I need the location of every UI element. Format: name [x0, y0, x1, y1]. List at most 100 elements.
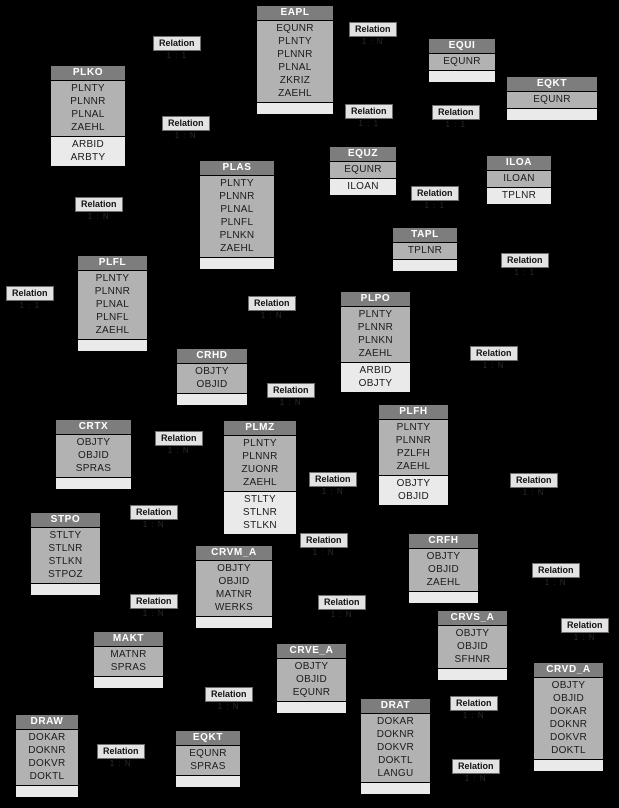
entity-key-field: PLNNR: [70, 96, 106, 107]
entity-key-field: OBJTY: [455, 628, 490, 639]
entity-key-field: SPRAS: [190, 761, 226, 772]
relation-marker[interactable]: Relation 1 : N: [349, 22, 397, 47]
entity-title: CRHD: [177, 349, 247, 364]
entity-box-crvs_a[interactable]: CRVS_A OBJTY OBJID SFHNR: [437, 610, 508, 681]
entity-key-fields: OBJTY OBJID MATNR WERKS: [196, 561, 272, 616]
entity-nonkey-fields: [507, 108, 597, 120]
entity-key-field: EQUNR: [443, 56, 481, 67]
entity-key-field: PLNTY: [243, 438, 277, 449]
entity-box-eqkt[interactable]: EQKT EQUNR SPRAS: [175, 730, 241, 788]
relation-label: Relation: [470, 346, 518, 361]
relation-marker[interactable]: Relation 1 : N: [561, 618, 609, 643]
entity-title: DRAT: [361, 699, 430, 714]
relation-marker[interactable]: Relation 1 : 1: [501, 253, 549, 278]
relation-marker[interactable]: Relation 1 : 1: [6, 286, 54, 311]
entity-box-plfl[interactable]: PLFL PLNTY PLNNR PLNAL PLNFL ZAEHL: [77, 255, 148, 352]
relation-marker[interactable]: Relation 1 : N: [267, 383, 315, 408]
entity-title: PLKO: [51, 66, 125, 81]
relation-cardinality: 1 : N: [109, 759, 132, 768]
entity-box-crve_a[interactable]: CRVE_A OBJTY OBJID EQUNR: [276, 643, 347, 714]
entity-box-crhd[interactable]: CRHD OBJTY OBJID: [176, 348, 248, 406]
entity-key-fields: ILOAN: [487, 171, 551, 187]
relation-cardinality: 1 : N: [361, 37, 384, 46]
relation-marker[interactable]: Relation 1 : 1: [345, 104, 393, 129]
entity-key-field: EQUNR: [533, 94, 571, 105]
entity-box-crfh[interactable]: CRFH OBJTY OBJID ZAEHL: [408, 533, 479, 604]
entity-box-equz[interactable]: EQUZ EQUNR ILOAN: [329, 146, 397, 196]
entity-box-equi[interactable]: EQUI EQUNR: [428, 38, 496, 83]
entity-title: ILOA: [487, 156, 551, 171]
entity-nonkey-field: ARBTY: [70, 152, 106, 163]
relation-cardinality: 1 : N: [573, 633, 596, 642]
relation-marker[interactable]: Relation 1 : N: [130, 594, 178, 619]
entity-nonkey-fields: [176, 775, 240, 787]
relation-marker[interactable]: Relation 1 : N: [300, 533, 348, 558]
relation-label: Relation: [267, 383, 315, 398]
relation-marker[interactable]: Relation 1 : N: [130, 505, 178, 530]
relation-cardinality: 1 : N: [87, 212, 110, 221]
entity-box-iloa[interactable]: ILOA ILOAN TPLNR: [486, 155, 552, 205]
entity-key-field: ZAEHL: [220, 243, 254, 254]
relation-cardinality: 1 : 1: [358, 119, 380, 128]
entity-box-drat[interactable]: DRAT DOKAR DOKNR DOKVR DOKTL LANGU: [360, 698, 431, 795]
relation-marker[interactable]: Relation 1 : N: [452, 759, 500, 784]
relation-marker[interactable]: Relation 1 : N: [205, 687, 253, 712]
entity-nonkey-fields: [409, 591, 478, 603]
relation-marker[interactable]: Relation 1 : N: [97, 744, 145, 769]
entity-nonkey-fields: [257, 102, 333, 114]
entity-key-field: DOKVR: [28, 758, 66, 769]
entity-nonkey-fields: [438, 668, 507, 680]
entity-nonkey-fields: [94, 676, 163, 688]
relation-cardinality: 1 : N: [279, 398, 302, 407]
entity-box-plpo[interactable]: PLPO PLNTY PLNNR PLNKN ZAEHL ARBID OBJTY: [340, 291, 411, 393]
relation-cardinality: 1 : N: [462, 711, 485, 720]
entity-box-tapl[interactable]: TAPL TPLNR: [392, 227, 458, 272]
relation-label: Relation: [349, 22, 397, 37]
entity-title: CRVE_A: [277, 644, 346, 659]
relation-marker[interactable]: Relation 1 : N: [75, 197, 123, 222]
entity-box-crvm_a[interactable]: CRVM_A OBJTY OBJID MATNR WERKS: [195, 545, 273, 629]
entity-title: EQUZ: [330, 147, 396, 162]
entity-key-field: PLNAL: [220, 204, 254, 215]
relation-marker[interactable]: Relation 1 : N: [248, 296, 296, 321]
entity-box-eqkt[interactable]: EQKT EQUNR: [506, 76, 598, 121]
entity-box-draw[interactable]: DRAW DOKAR DOKNR DOKVR DOKTL: [15, 714, 79, 798]
entity-nonkey-field: STLKN: [243, 520, 277, 531]
entity-box-plfh[interactable]: PLFH PLNTY PLNNR PZLFH ZAEHL OBJTY OBJID: [378, 404, 449, 506]
entity-key-field: PLNTY: [220, 178, 254, 189]
relation-marker[interactable]: Relation 1 : N: [162, 116, 210, 141]
relation-marker[interactable]: Relation 1 : N: [532, 563, 580, 588]
entity-box-eapl[interactable]: EAPL EQUNR PLNTY PLNNR PLNAL ZKRIZ ZAEHL: [256, 5, 334, 115]
entity-key-field: DOKNR: [376, 729, 415, 740]
relation-marker[interactable]: Relation 1 : N: [510, 473, 558, 498]
relation-marker[interactable]: Relation 1 : N: [309, 472, 357, 497]
entity-key-field: OBJID: [428, 564, 459, 575]
relation-marker[interactable]: Relation 1 : 1: [153, 36, 201, 61]
entity-key-fields: EQUNR: [330, 162, 396, 178]
entity-nonkey-fields: [78, 339, 147, 351]
entity-nonkey-field: STLNR: [242, 507, 278, 518]
entity-nonkey-fields: [200, 257, 274, 269]
entity-title: PLAS: [200, 161, 274, 176]
entity-box-plko[interactable]: PLKO PLNTY PLNNR PLNAL ZAEHL ARBID ARBTY: [50, 65, 126, 167]
entity-title: EQKT: [176, 731, 240, 746]
relation-marker[interactable]: Relation 1 : 1: [411, 186, 459, 211]
relation-marker[interactable]: Relation 1 : 1: [432, 105, 480, 130]
entity-box-makt[interactable]: MAKT MATNR SPRAS: [93, 631, 164, 689]
relation-label: Relation: [300, 533, 348, 548]
relation-marker[interactable]: Relation 1 : N: [318, 595, 366, 620]
relation-marker[interactable]: Relation 1 : N: [470, 346, 518, 371]
entity-box-stpo[interactable]: STPO STLTY STLNR STLKN STPOZ: [30, 512, 101, 596]
entity-box-plmz[interactable]: PLMZ PLNTY PLNNR ZUONR ZAEHL STLTY STLNR STLKN: [223, 420, 297, 535]
entity-box-crtx[interactable]: CRTX OBJTY OBJID SPRAS: [55, 419, 132, 490]
entity-box-plas[interactable]: PLAS PLNTY PLNNR PLNAL PLNFL PLNKN ZAEHL: [199, 160, 275, 270]
entity-title: PLPO: [341, 292, 410, 307]
relation-marker[interactable]: Relation 1 : N: [155, 431, 203, 456]
relation-cardinality: 1 : N: [330, 610, 353, 619]
entity-title: CRFH: [409, 534, 478, 549]
entity-key-field: ZAEHL: [243, 477, 277, 488]
entity-key-fields: OBJTY OBJID: [177, 364, 247, 393]
entity-key-fields: OBJTY OBJID DOKAR DOKNR DOKVR DOKTL: [534, 678, 603, 759]
relation-marker[interactable]: Relation 1 : N: [450, 696, 498, 721]
entity-box-crvd_a[interactable]: CRVD_A OBJTY OBJID DOKAR DOKNR DOKVR DOKTL: [533, 662, 604, 772]
